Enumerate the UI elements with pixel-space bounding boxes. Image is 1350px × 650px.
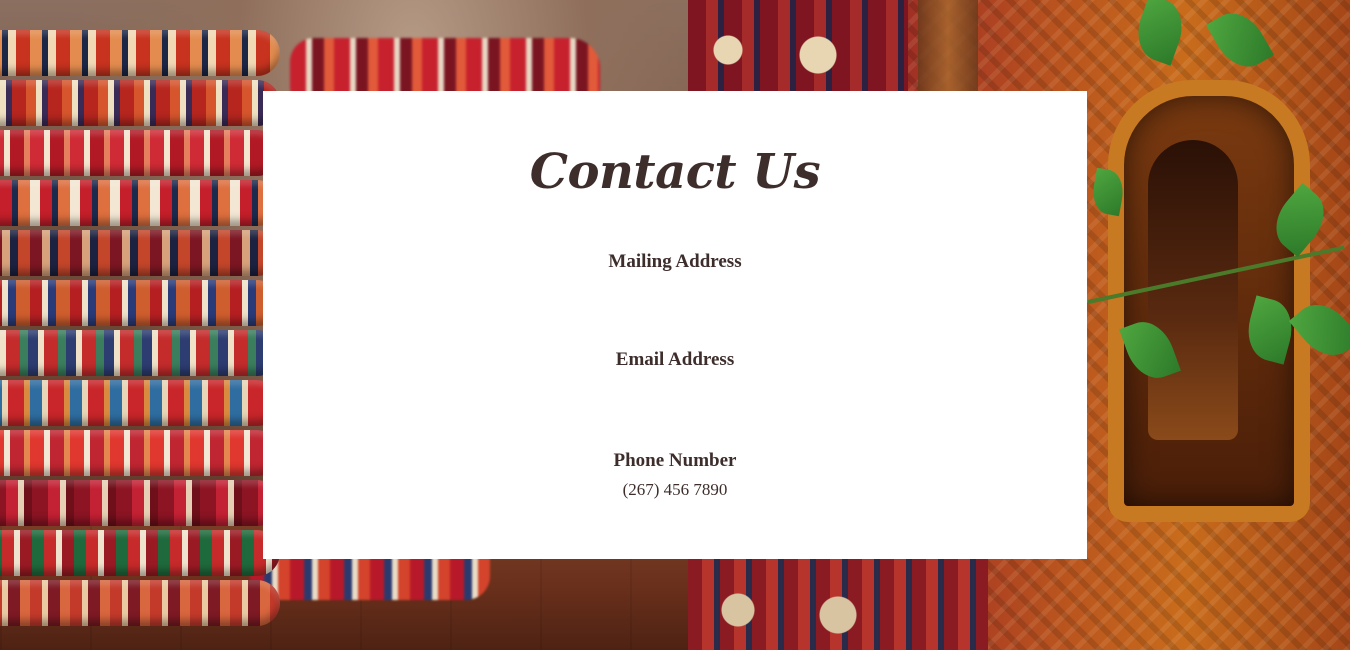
folded-rug <box>0 380 280 426</box>
phone-number-label: Phone Number <box>613 450 737 471</box>
page-title: Contact Us <box>529 144 821 200</box>
folded-rug <box>0 180 280 226</box>
folded-rug <box>0 80 280 126</box>
folded-rug <box>0 480 280 526</box>
leaf-icon <box>1205 3 1275 77</box>
email-address-label: Email Address <box>615 349 735 370</box>
folded-rug <box>0 280 280 326</box>
folded-rugs <box>0 30 280 630</box>
background-rug <box>290 38 600 98</box>
folded-rug <box>0 530 280 576</box>
phone-number-link[interactable]: (267) 456 7890 <box>263 479 1087 501</box>
hanging-rug-bottom <box>688 555 988 650</box>
folded-rug <box>0 130 280 176</box>
leaf-icon <box>1129 0 1191 66</box>
arch-doorway <box>1148 140 1238 440</box>
hanging-rug-top <box>688 0 908 95</box>
folded-rug <box>0 330 280 376</box>
folded-rug <box>0 30 280 76</box>
folded-rug <box>0 430 280 476</box>
folded-rug <box>0 230 280 276</box>
folded-rug <box>0 580 280 626</box>
contact-card: Contact Us Mailing Address Email Address… <box>263 91 1087 559</box>
contact-page: Contact Us Mailing Address Email Address… <box>0 0 1350 650</box>
mailing-address-label: Mailing Address <box>608 251 742 272</box>
